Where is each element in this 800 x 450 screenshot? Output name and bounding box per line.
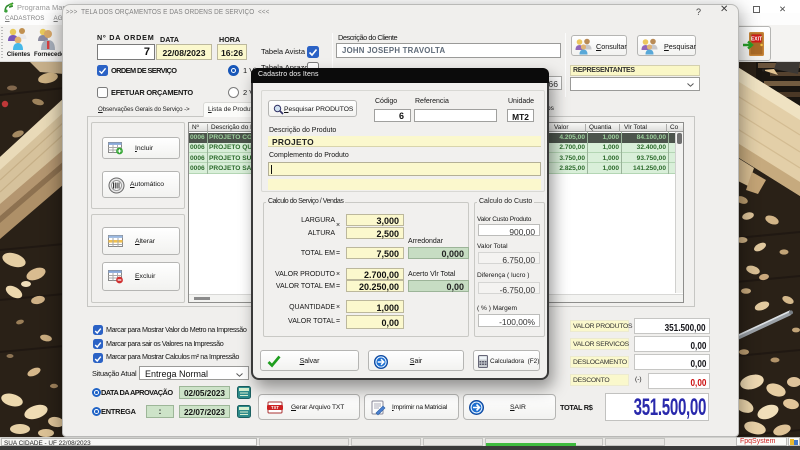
svg-text:EXIT: EXIT: [751, 37, 762, 43]
svg-text:TXT: TXT: [271, 405, 279, 410]
